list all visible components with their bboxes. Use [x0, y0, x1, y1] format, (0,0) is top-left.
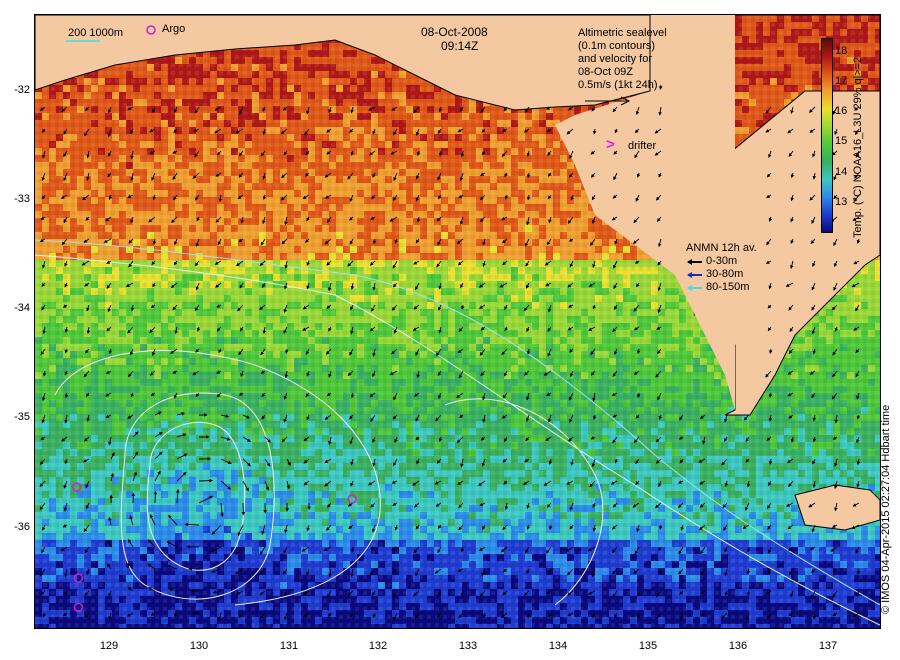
x-tick-label: 137: [818, 640, 838, 652]
x-tick-label: 136: [728, 640, 748, 652]
y-tick-label: -33: [14, 193, 30, 205]
x-tick-label: 129: [99, 640, 119, 652]
y-tick-label: -35: [14, 411, 30, 423]
x-tick-label: 131: [279, 640, 299, 652]
y-tick-label: -34: [14, 302, 30, 314]
x-tick-label: 134: [548, 640, 568, 652]
x-tick-label: 130: [189, 640, 209, 652]
x-tick-label: 133: [458, 640, 478, 652]
sst-map[interactable]: [34, 14, 881, 629]
y-tick-label: -32: [14, 84, 30, 96]
x-tick-label: 135: [638, 640, 658, 652]
x-tick-label: 132: [368, 640, 388, 652]
map-canvas: [35, 15, 880, 628]
y-tick-label: -36: [14, 521, 30, 533]
